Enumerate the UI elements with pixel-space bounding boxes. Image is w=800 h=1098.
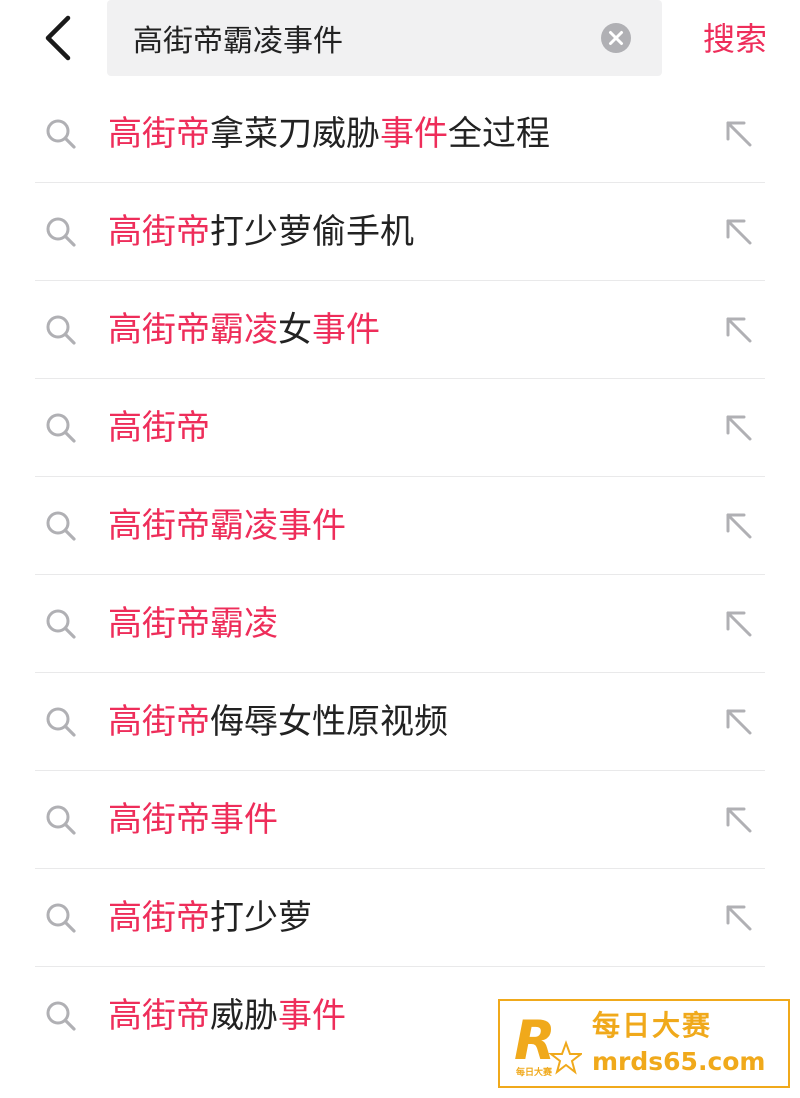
highlight-text: 高街帝霸凌 xyxy=(108,310,278,350)
search-icon xyxy=(44,901,78,935)
search-icon xyxy=(44,313,78,347)
suggestion-item[interactable]: 高街帝侮辱女性原视频 xyxy=(0,673,800,771)
suggestion-text: 高街帝霸凌 xyxy=(108,599,278,649)
back-button[interactable] xyxy=(30,8,90,68)
search-box xyxy=(107,0,662,76)
suggestion-item[interactable]: 高街帝打少萝偷手机 xyxy=(0,183,800,281)
suggestion-text: 高街帝拿菜刀威胁事件全过程 xyxy=(108,109,550,159)
suggestion-text-part: 打少萝 xyxy=(210,898,312,938)
highlight-text: 事件 xyxy=(312,310,380,350)
watermark-title: 每日大赛 xyxy=(592,1009,713,1042)
search-icon xyxy=(44,411,78,445)
clear-circle-icon xyxy=(601,23,631,53)
suggestion-text: 高街帝侮辱女性原视频 xyxy=(108,697,448,747)
suggestion-item[interactable]: 高街帝拿菜刀威胁事件全过程 xyxy=(0,85,800,183)
clear-button[interactable] xyxy=(600,22,632,54)
search-icon xyxy=(44,509,78,543)
highlight-text: 高街帝 xyxy=(108,996,210,1036)
highlight-text: 高街帝事件 xyxy=(108,800,278,840)
highlight-text: 高街帝 xyxy=(108,408,210,448)
suggestion-text: 高街帝 xyxy=(108,403,210,453)
watermark-url: mrds65.com xyxy=(592,1047,766,1076)
suggestion-text-part: 打少萝偷手机 xyxy=(210,212,414,252)
search-input[interactable] xyxy=(133,14,593,62)
suggestion-item[interactable]: 高街帝打少萝 xyxy=(0,869,800,967)
suggestion-text-part: 女 xyxy=(278,310,312,350)
suggestion-item[interactable]: 高街帝 xyxy=(0,379,800,477)
highlight-text: 事件 xyxy=(278,996,346,1036)
suggestion-text-part: 全过程 xyxy=(448,114,550,154)
highlight-text: 高街帝 xyxy=(108,212,210,252)
search-icon xyxy=(44,117,78,151)
arrow-up-left-icon[interactable] xyxy=(720,311,756,347)
svg-text:R: R xyxy=(514,1009,556,1072)
search-icon xyxy=(44,215,78,249)
search-header: 搜索 xyxy=(0,0,800,80)
arrow-up-left-icon[interactable] xyxy=(720,801,756,837)
chevron-left-icon xyxy=(45,15,71,61)
search-icon xyxy=(44,705,78,739)
suggestion-text: 高街帝打少萝 xyxy=(108,893,312,943)
suggestion-text-part: 威胁 xyxy=(210,996,278,1036)
suggestion-item[interactable]: 高街帝霸凌女事件 xyxy=(0,281,800,379)
suggestion-item[interactable]: 高街帝霸凌 xyxy=(0,575,800,673)
suggestion-text: 高街帝霸凌事件 xyxy=(108,501,346,551)
suggestion-text-part: 拿菜刀威胁 xyxy=(210,114,380,154)
suggestion-list: 高街帝拿菜刀威胁事件全过程 高街帝打少萝偷手机 高街帝霸凌女事件 高街帝 高街帝霸凌事件… xyxy=(0,85,800,1065)
suggestion-text: 高街帝事件 xyxy=(108,795,278,845)
watermark-logo: R 每日大赛 xyxy=(510,1009,584,1081)
highlight-text: 高街帝 xyxy=(108,898,210,938)
highlight-text: 高街帝霸凌 xyxy=(108,604,278,644)
search-button[interactable]: 搜索 xyxy=(690,14,780,64)
arrow-up-left-icon[interactable] xyxy=(720,507,756,543)
arrow-up-left-icon[interactable] xyxy=(720,605,756,641)
search-icon xyxy=(44,607,78,641)
search-icon xyxy=(44,999,78,1033)
arrow-up-left-icon[interactable] xyxy=(720,899,756,935)
highlight-text: 高街帝 xyxy=(108,114,210,154)
search-icon xyxy=(44,803,78,837)
suggestion-text-part: 侮辱女性原视频 xyxy=(210,702,448,742)
suggestion-text: 高街帝打少萝偷手机 xyxy=(108,207,414,257)
suggestion-item[interactable]: 高街帝霸凌事件 xyxy=(0,477,800,575)
suggestion-text: 高街帝霸凌女事件 xyxy=(108,305,380,355)
highlight-text: 高街帝 xyxy=(108,702,210,742)
suggestion-item[interactable]: 高街帝事件 xyxy=(0,771,800,869)
arrow-up-left-icon[interactable] xyxy=(720,703,756,739)
arrow-up-left-icon[interactable] xyxy=(720,213,756,249)
svg-text:每日大赛: 每日大赛 xyxy=(516,1066,553,1078)
suggestion-text: 高街帝威胁事件 xyxy=(108,991,346,1041)
highlight-text: 高街帝霸凌事件 xyxy=(108,506,346,546)
arrow-up-left-icon[interactable] xyxy=(720,409,756,445)
arrow-up-left-icon[interactable] xyxy=(720,115,756,151)
watermark: R 每日大赛 每日大赛 mrds65.com xyxy=(498,999,790,1088)
highlight-text: 事件 xyxy=(380,114,448,154)
